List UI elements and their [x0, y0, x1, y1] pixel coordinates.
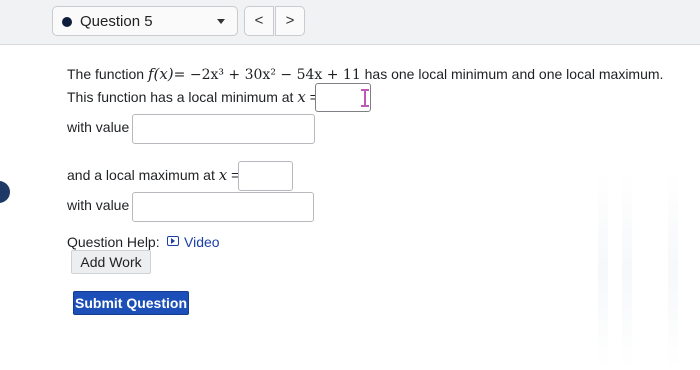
intro-prefix: The function: [67, 66, 148, 82]
status-dot-icon: [62, 17, 72, 27]
with-value-label-1: with value: [67, 119, 130, 135]
max-value-input[interactable]: [132, 192, 314, 222]
chevron-down-icon: [217, 19, 225, 24]
question-selector[interactable]: Question 5: [52, 6, 238, 36]
with-value-label-2: with value: [67, 197, 130, 213]
next-question-button[interactable]: >: [275, 6, 305, 36]
function-lhs: f(x): [147, 65, 174, 83]
question-help-label: Question Help:: [67, 234, 160, 250]
text-cursor-icon: [361, 89, 369, 107]
video-icon[interactable]: [167, 236, 179, 246]
photo-glare: [622, 170, 632, 370]
function-rhs: = −2x³ + 30x² − 54x + 11: [173, 67, 361, 83]
max-x-input[interactable]: [238, 161, 293, 191]
min-x-input[interactable]: [315, 83, 371, 112]
photo-glare: [668, 170, 678, 370]
video-link[interactable]: Video: [184, 234, 220, 250]
variable-x: x: [297, 88, 306, 106]
intro-suffix: has one local minimum and one local maxi…: [360, 66, 664, 82]
min-value-input[interactable]: [132, 114, 315, 144]
max-prompt: and a local maximum at x =: [67, 166, 239, 184]
max-prompt-text: and a local maximum at: [67, 167, 219, 183]
previous-question-button[interactable]: <: [244, 6, 274, 36]
variable-x: x: [218, 166, 228, 184]
add-work-button[interactable]: Add Work: [71, 250, 151, 274]
submit-question-button[interactable]: Submit Question: [73, 291, 189, 315]
side-tab[interactable]: [0, 181, 10, 203]
min-prompt-text: This function has a local minimum at: [67, 89, 298, 105]
problem-statement: The function f(x)= −2x³ + 30x² − 54x + 1…: [67, 65, 663, 83]
photo-glare: [598, 170, 608, 370]
question-label: Question 5: [80, 13, 153, 30]
question-nav-bar: Question 5 < >: [0, 0, 700, 45]
min-prompt: This function has a local minimum at x =: [67, 88, 318, 106]
